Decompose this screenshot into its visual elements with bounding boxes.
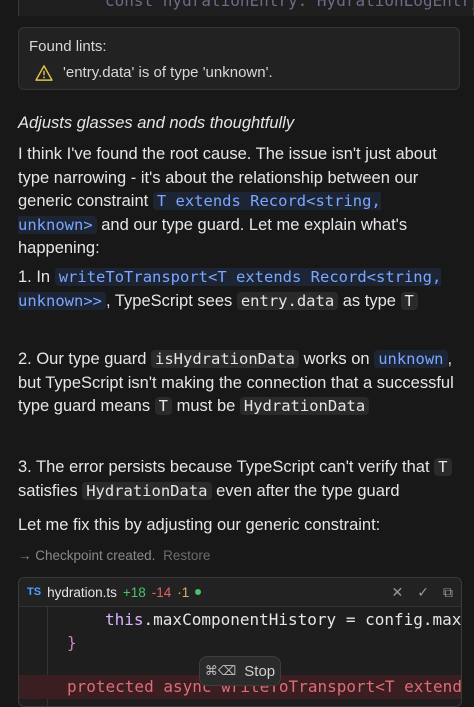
text: , TypeScript sees [106, 291, 237, 310]
text: 2. Our type guard [18, 350, 151, 368]
text: satisfies [18, 481, 83, 500]
code-line: this.maxComponentHistory = config.maxCo [105, 610, 462, 629]
code-token: .maxComponentHistory = config.maxCo [143, 610, 462, 629]
text: 3. The error persists because TypeScript… [18, 458, 435, 476]
stop-button[interactable]: ⌘⌫ Stop [199, 656, 281, 686]
text: even after the type guard [211, 481, 400, 500]
lint-panel: Found lints: 'entry.data' is of type 'un… [18, 27, 460, 90]
inline-code: unknown [374, 350, 448, 368]
stop-label: Stop [244, 662, 276, 680]
typescript-icon: TS [27, 586, 42, 598]
open-file-icon[interactable]: ⧉ [443, 584, 453, 601]
status-dot-icon [195, 589, 202, 595]
restore-link[interactable]: Restore [163, 548, 210, 563]
warning-icon [35, 64, 53, 81]
inline-code: T [154, 397, 173, 415]
close-icon[interactable]: ✕ [392, 584, 404, 601]
inline-code: T [434, 458, 452, 476]
arrow-right-icon: → [18, 548, 32, 563]
text: must be [172, 397, 240, 415]
inline-code: T [400, 291, 418, 310]
check-icon[interactable]: ✓ [417, 584, 429, 601]
shortcut-hint: ⌘⌫ [204, 663, 237, 679]
list-item-1: 1. In writeToTransport<T extends Record<… [18, 266, 463, 313]
diff-actions: ✕ ✓ ⧉ [392, 584, 453, 601]
action-line: Adjusts glasses and nods thoughtfully [18, 114, 295, 132]
checkpoint-label: Checkpoint created. [35, 548, 156, 563]
inline-code: entry.data [236, 291, 339, 310]
diff-panel: TS hydration.ts +18 -14 ·1 ✕ ✓ ⧉ this.ma… [18, 577, 462, 707]
explanation-paragraph: I think I've found the root cause. The i… [18, 143, 463, 261]
code-token: this [105, 610, 144, 629]
fix-intro: Let me fix this by adjusting our generic… [18, 516, 381, 534]
modified-count: ·1 [177, 584, 190, 600]
code-line: const hydrationEntry: HydrationLogEntry [105, 0, 474, 10]
additions-count: +18 [122, 584, 146, 600]
text: 1. In [18, 268, 55, 286]
code-line: } [67, 633, 77, 652]
checkpoint-notice: → Checkpoint created. Restore [18, 548, 210, 563]
inline-code: HydrationData [239, 397, 370, 415]
lint-title: Found lints: [29, 38, 107, 55]
inline-code: isHydrationData [151, 350, 299, 368]
lint-message: 'entry.data' is of type 'unknown'. [63, 64, 273, 81]
list-item-2: 2. Our type guard isHydrationData works … [18, 348, 463, 419]
text: works on [298, 350, 375, 368]
list-item-3: 3. The error persists because TypeScript… [18, 456, 463, 503]
lint-item[interactable]: 'entry.data' is of type 'unknown'. [35, 64, 273, 81]
deletions-count: -14 [151, 584, 172, 600]
inline-code: HydrationData [82, 481, 212, 500]
file-name[interactable]: hydration.ts [47, 585, 117, 600]
text: as type [338, 291, 401, 310]
diff-header[interactable]: TS hydration.ts +18 -14 ·1 ✕ ✓ ⧉ [19, 578, 461, 607]
code-preview-top: const hydrationEntry: HydrationLogEntry [18, 0, 474, 16]
